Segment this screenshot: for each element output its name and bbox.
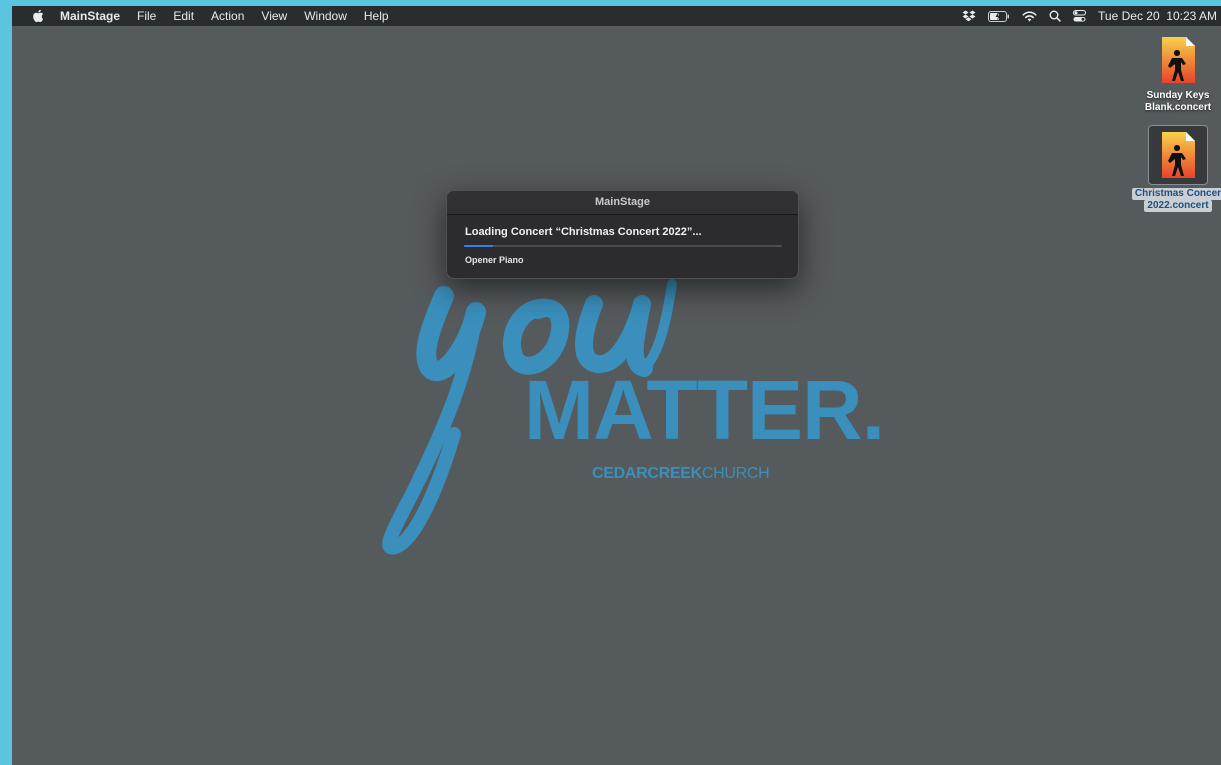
progress-bar <box>464 245 782 247</box>
file-label-line-2: 2022.concert <box>1144 200 1212 212</box>
menu-action[interactable]: Action <box>211 9 244 23</box>
desktop-file-sunday-keys[interactable]: Sunday Keys Blank.concert <box>1128 36 1221 114</box>
desktop-file-label: Christmas Concer 2022.concert <box>1128 188 1221 212</box>
menu-clock[interactable]: Tue Dec 20 10:23 AM <box>1098 9 1217 23</box>
menu-help[interactable]: Help <box>364 9 389 23</box>
concert-file-icon <box>1160 131 1196 179</box>
file-label-line-2: Blank.concert <box>1144 102 1212 113</box>
apple-menu-icon[interactable] <box>30 9 46 23</box>
battery-icon[interactable] <box>988 10 1010 22</box>
status-area: Tue Dec 20 10:23 AM <box>962 6 1217 26</box>
menu-edit[interactable]: Edit <box>173 9 194 23</box>
church-name-bold: CEDARCREEK <box>592 465 702 482</box>
menu-bar: MainStage File Edit Action View Window H… <box>12 6 1221 26</box>
file-label-line-1: Sunday Keys <box>1146 90 1210 101</box>
wifi-icon[interactable] <box>1022 10 1037 22</box>
app-menu-mainstage[interactable]: MainStage <box>60 9 120 23</box>
menu-file[interactable]: File <box>137 9 156 23</box>
church-name-light: CHURCH <box>701 465 770 482</box>
search-icon[interactable] <box>1049 10 1061 22</box>
selection-frame <box>1148 125 1208 185</box>
loading-dialog: MainStage Loading Concert “Christmas Con… <box>446 190 799 279</box>
progress-bar-fill <box>464 245 493 247</box>
loading-message: Loading Concert “Christmas Concert 2022”… <box>465 226 702 238</box>
dialog-title: MainStage <box>447 191 798 215</box>
desktop-file-christmas-concert[interactable]: Christmas Concer 2022.concert <box>1128 125 1221 212</box>
menu-view[interactable]: View <box>261 9 287 23</box>
desktop: MainStage File Edit Action View Window H… <box>12 6 1221 765</box>
wallpaper-church-name: CEDARCREEKCHURCH <box>592 465 770 483</box>
dropbox-icon[interactable] <box>962 10 976 22</box>
menu-window[interactable]: Window <box>304 9 347 23</box>
loading-status: Opener Piano <box>465 255 524 265</box>
concert-file-icon <box>1160 36 1196 84</box>
desktop-file-label: Sunday Keys Blank.concert <box>1128 90 1221 114</box>
wallpaper-headline: MATTER. <box>524 363 885 457</box>
control-center-icon[interactable] <box>1073 10 1087 22</box>
file-label-line-1: Christmas Concer <box>1131 188 1221 200</box>
